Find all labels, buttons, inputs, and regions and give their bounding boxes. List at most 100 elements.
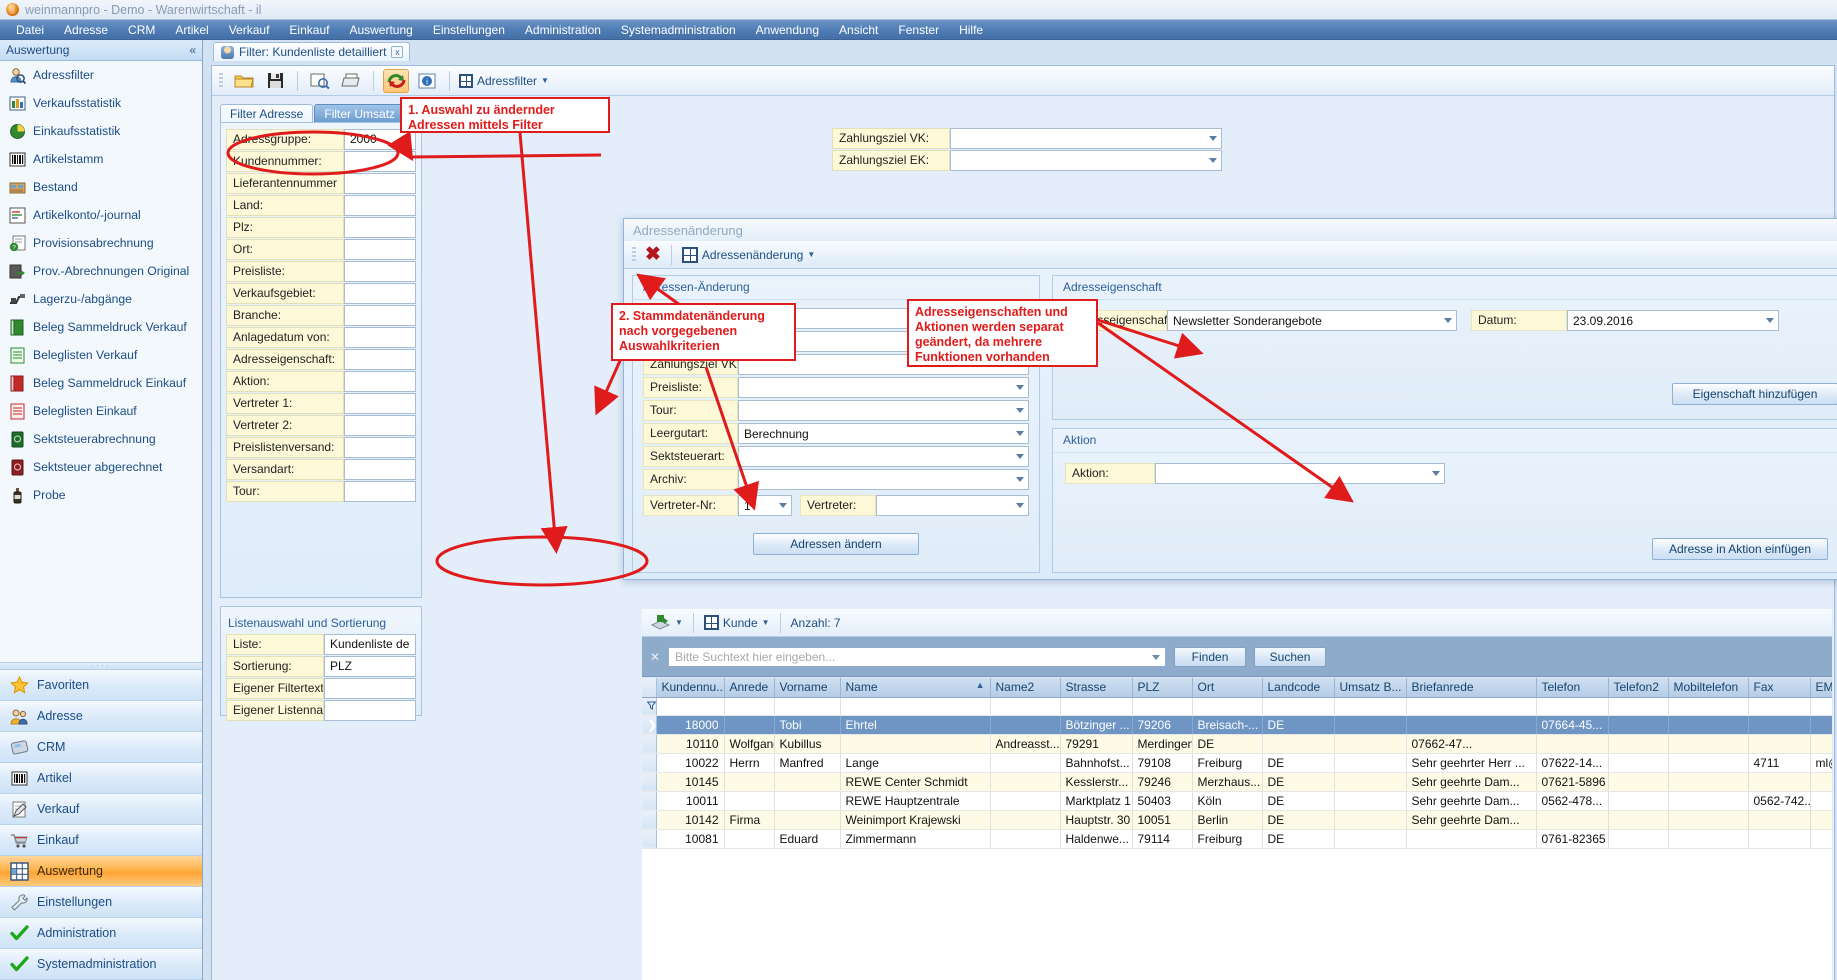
- filter-right-select[interactable]: [950, 150, 1222, 171]
- sidebar-module-systemadministration[interactable]: Systemadministration: [0, 949, 202, 980]
- sidebar-item-adressfilter[interactable]: Adressfilter: [0, 61, 202, 89]
- filter-cell[interactable]: [1668, 697, 1749, 716]
- column-header[interactable]: Ort: [1192, 678, 1263, 698]
- menu-item-anwendung[interactable]: Anwendung: [746, 21, 829, 39]
- table-row[interactable]: 10022 Herrn Manfred Lange Bahnhofst... 79108 F…: [642, 753, 1832, 773]
- filter-field-input[interactable]: [344, 195, 416, 216]
- modal-field-select[interactable]: Berechnung: [738, 423, 1029, 444]
- list-selection-input[interactable]: Kundenliste de: [324, 634, 416, 655]
- column-header[interactable]: Vorname: [774, 678, 841, 698]
- filter-funnel-icon[interactable]: [642, 697, 657, 716]
- sidebar-module-adresse[interactable]: Adresse: [0, 701, 202, 732]
- table-row[interactable]: 10011 REWE Hauptzentrale Marktplatz 1 50403…: [642, 791, 1832, 811]
- menu-item-hilfe[interactable]: Hilfe: [949, 21, 993, 39]
- toolbar-dropdown[interactable]: Adressfilter ▼: [459, 73, 549, 88]
- save-disk-icon[interactable]: [262, 69, 288, 93]
- apply-address-change-button[interactable]: Adressen ändern: [753, 533, 919, 555]
- sidebar-item-verkaufsstatistik[interactable]: Verkaufsstatistik: [0, 89, 202, 117]
- filter-field-input[interactable]: [344, 217, 416, 238]
- column-header[interactable]: Mobiltelefon: [1668, 678, 1749, 698]
- filter-cell[interactable]: [840, 697, 991, 716]
- toolbar-grip[interactable]: [632, 246, 636, 263]
- action-select[interactable]: [1155, 463, 1445, 484]
- add-address-to-action-button[interactable]: Adresse in Aktion einfügen: [1652, 538, 1828, 560]
- menu-item-auswertung[interactable]: Auswertung: [339, 21, 422, 39]
- filter-field-input[interactable]: [344, 349, 416, 370]
- filter-tab-2[interactable]: Filter Umsatz: [314, 104, 406, 122]
- filter-field-input[interactable]: [344, 371, 416, 392]
- menu-item-crm[interactable]: CRM: [118, 21, 165, 39]
- date-input[interactable]: 23.09.2016: [1567, 310, 1779, 331]
- filter-field-input[interactable]: [344, 151, 416, 172]
- filter-field-input[interactable]: [344, 173, 416, 194]
- filter-cell[interactable]: [1192, 697, 1263, 716]
- address-property-select[interactable]: Newsletter Sonderangebote: [1167, 310, 1457, 331]
- sidebar-module-verkauf[interactable]: Verkauf: [0, 794, 202, 825]
- menu-item-einstellungen[interactable]: Einstellungen: [423, 21, 515, 39]
- sidebar-module-favoriten[interactable]: Favoriten: [0, 670, 202, 701]
- sidebar-item-bestand[interactable]: Bestand: [0, 173, 202, 201]
- sidebar-splitter[interactable]: ····: [0, 662, 202, 670]
- export-excel-button[interactable]: ▼: [650, 614, 683, 632]
- row-marker[interactable]: [642, 753, 657, 773]
- menu-item-datei[interactable]: Datei: [6, 21, 54, 39]
- sidebar-module-auswertung[interactable]: Auswertung: [0, 856, 202, 887]
- info-icon[interactable]: i: [414, 69, 440, 93]
- menu-item-administration[interactable]: Administration: [515, 21, 611, 39]
- row-marker[interactable]: [642, 791, 657, 811]
- column-header[interactable]: Name2: [990, 678, 1061, 698]
- search-input[interactable]: Bitte Suchtext hier eingeben...: [668, 646, 1167, 667]
- sidebar-module-crm[interactable]: CRM: [0, 732, 202, 763]
- filter-cell[interactable]: [1060, 697, 1133, 716]
- row-marker[interactable]: [642, 829, 657, 849]
- table-row[interactable]: ❯18000 TobiEhrtel Bötzinger ...79206Breisa…: [642, 715, 1832, 735]
- filter-cell[interactable]: [774, 697, 841, 716]
- row-marker[interactable]: [642, 772, 657, 792]
- filter-cell[interactable]: [656, 697, 725, 716]
- close-icon[interactable]: x: [391, 46, 404, 58]
- sidebar-module-artikel[interactable]: Artikel: [0, 763, 202, 794]
- filter-cell[interactable]: [1262, 697, 1335, 716]
- list-selection-input[interactable]: PLZ: [324, 656, 416, 677]
- vertreter-input[interactable]: [876, 495, 1029, 516]
- menu-item-verkauf[interactable]: Verkauf: [219, 21, 280, 39]
- menu-item-einkauf[interactable]: Einkauf: [279, 21, 339, 39]
- sidebar-item-probe[interactable]: Probe: [0, 481, 202, 509]
- column-header[interactable]: Telefon2: [1608, 678, 1669, 698]
- refresh-execute-icon[interactable]: [383, 68, 409, 93]
- find-button[interactable]: Finden: [1174, 646, 1247, 667]
- sidebar-item-prov-abrechnungen-original[interactable]: Prov.-Abrechnungen Original: [0, 257, 202, 285]
- filter-cell[interactable]: [1334, 697, 1407, 716]
- column-header[interactable]: Fax: [1748, 678, 1811, 698]
- sidebar-item-provisionsabrechnung[interactable]: ? Provisionsabrechnung: [0, 229, 202, 257]
- row-marker[interactable]: ❯: [642, 715, 657, 735]
- filter-field-input[interactable]: [344, 415, 416, 436]
- sidebar-item-artikelkonto-journal[interactable]: Artikelkonto/-journal: [0, 201, 202, 229]
- column-header[interactable]: PLZ: [1132, 678, 1193, 698]
- column-header[interactable]: Umsatz B...: [1334, 678, 1407, 698]
- print-preview-icon[interactable]: [307, 69, 333, 93]
- sidebar-module-einstellungen[interactable]: Einstellungen: [0, 887, 202, 918]
- print-icon[interactable]: [338, 69, 364, 93]
- grid-view-dropdown[interactable]: Kunde ▼: [703, 615, 770, 630]
- filter-cell[interactable]: [1608, 697, 1669, 716]
- sidebar-item-sektsteuer-abgerechnet[interactable]: Sektsteuer abgerechnet: [0, 453, 202, 481]
- filter-cell[interactable]: [724, 697, 775, 716]
- chevron-down-icon[interactable]: [1152, 654, 1161, 660]
- filter-right-select[interactable]: [950, 128, 1222, 149]
- sidebar-item-sektsteuerabrechnung[interactable]: Sektsteuerabrechnung: [0, 425, 202, 453]
- filter-cell[interactable]: [1748, 697, 1811, 716]
- filter-cell[interactable]: [1132, 697, 1193, 716]
- filter-cell[interactable]: [1406, 697, 1537, 716]
- filter-cell[interactable]: [990, 697, 1061, 716]
- table-filter-row[interactable]: [642, 697, 1832, 716]
- main-menubar[interactable]: Datei Adresse CRM Artikel Verkauf Einkauf Ausw…: [0, 20, 1837, 40]
- row-marker[interactable]: [642, 734, 657, 754]
- menu-item-adresse[interactable]: Adresse: [54, 21, 118, 39]
- menu-item-systemadministration[interactable]: Systemadministration: [611, 21, 746, 39]
- vertreter-nr-input[interactable]: 1: [738, 495, 792, 516]
- filter-cell[interactable]: [1810, 697, 1832, 716]
- list-selection-input[interactable]: [324, 678, 416, 699]
- column-header[interactable]: Name ▲: [840, 678, 991, 698]
- filter-field-input[interactable]: [344, 239, 416, 260]
